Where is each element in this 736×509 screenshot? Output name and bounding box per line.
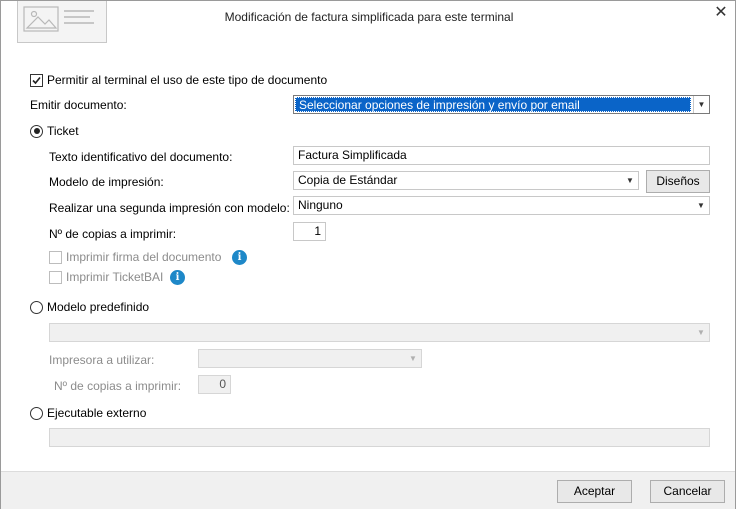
- info-icon[interactable]: i: [170, 270, 185, 285]
- chevron-down-icon[interactable]: ▼: [693, 96, 709, 113]
- chevron-down-icon[interactable]: ▼: [622, 172, 638, 189]
- model-select[interactable]: Copia de Estándar ▼: [293, 171, 639, 190]
- external-radio-row: Ejecutable externo: [30, 406, 146, 420]
- cancel-button[interactable]: Cancelar: [650, 480, 725, 503]
- emit-label: Emitir documento:: [30, 98, 127, 112]
- model-label: Modelo de impresión:: [49, 175, 164, 189]
- accept-button[interactable]: Aceptar: [557, 480, 632, 503]
- printer-label: Impresora a utilizar:: [49, 353, 155, 367]
- ticket-radio-label: Ticket: [47, 124, 79, 138]
- print-ticketbai-row: Imprimir TicketBAI: [49, 270, 163, 284]
- predefined-copies-input[interactable]: 0: [198, 375, 231, 394]
- dialog-footer: Aceptar Cancelar: [1, 471, 735, 509]
- ticket-radio-row: Ticket: [30, 124, 79, 138]
- copies-label: Nº de copias a imprimir:: [49, 227, 177, 241]
- chevron-down-icon[interactable]: ▼: [405, 350, 421, 367]
- ticket-radio[interactable]: [30, 124, 43, 138]
- print-ticketbai-label: Imprimir TicketBAI: [66, 270, 164, 284]
- info-icon[interactable]: i: [232, 250, 247, 265]
- print-signature-checkbox[interactable]: [49, 250, 62, 264]
- predefined-model-select[interactable]: ▼: [49, 323, 710, 342]
- second-print-value: Ninguno: [298, 198, 343, 212]
- designs-button[interactable]: Diseños: [646, 170, 710, 193]
- predefined-radio[interactable]: [30, 300, 43, 314]
- model-value: Copia de Estándar: [298, 173, 398, 187]
- dialog-title: Modificación de factura simplificada par…: [224, 10, 514, 24]
- emit-selected-value: Seleccionar opciones de impresión y enví…: [295, 97, 691, 112]
- copies-input[interactable]: 1: [293, 222, 326, 241]
- emit-select[interactable]: Seleccionar opciones de impresión y enví…: [293, 95, 710, 114]
- dialog-window: Modificación de factura simplificada par…: [0, 0, 736, 509]
- printer-select[interactable]: ▼: [198, 349, 422, 368]
- predefined-copies-label: Nº de copias a imprimir:: [54, 379, 182, 393]
- text-id-label: Texto identificativo del documento:: [49, 150, 233, 164]
- permit-checkbox[interactable]: [30, 73, 43, 87]
- external-radio-label: Ejecutable externo: [47, 406, 147, 420]
- external-radio[interactable]: [30, 406, 43, 420]
- external-input[interactable]: [49, 428, 710, 447]
- close-icon[interactable]: ✕: [712, 4, 730, 22]
- permit-row: Permitir al terminal el uso de este tipo…: [30, 73, 327, 87]
- predefined-radio-label: Modelo predefinido: [47, 300, 150, 314]
- print-ticketbai-checkbox[interactable]: [49, 270, 62, 284]
- predefined-radio-row: Modelo predefinido: [30, 300, 149, 314]
- second-print-select[interactable]: Ninguno ▼: [293, 196, 710, 215]
- print-signature-row: Imprimir firma del documento: [49, 250, 221, 264]
- print-signature-label: Imprimir firma del documento: [66, 250, 222, 264]
- chevron-down-icon[interactable]: ▼: [693, 324, 709, 341]
- permit-label: Permitir al terminal el uso de este tipo…: [47, 73, 328, 87]
- text-id-input[interactable]: Factura Simplificada: [293, 146, 710, 165]
- chevron-down-icon[interactable]: ▼: [693, 197, 709, 214]
- second-print-label: Realizar una segunda impresión con model…: [49, 201, 290, 215]
